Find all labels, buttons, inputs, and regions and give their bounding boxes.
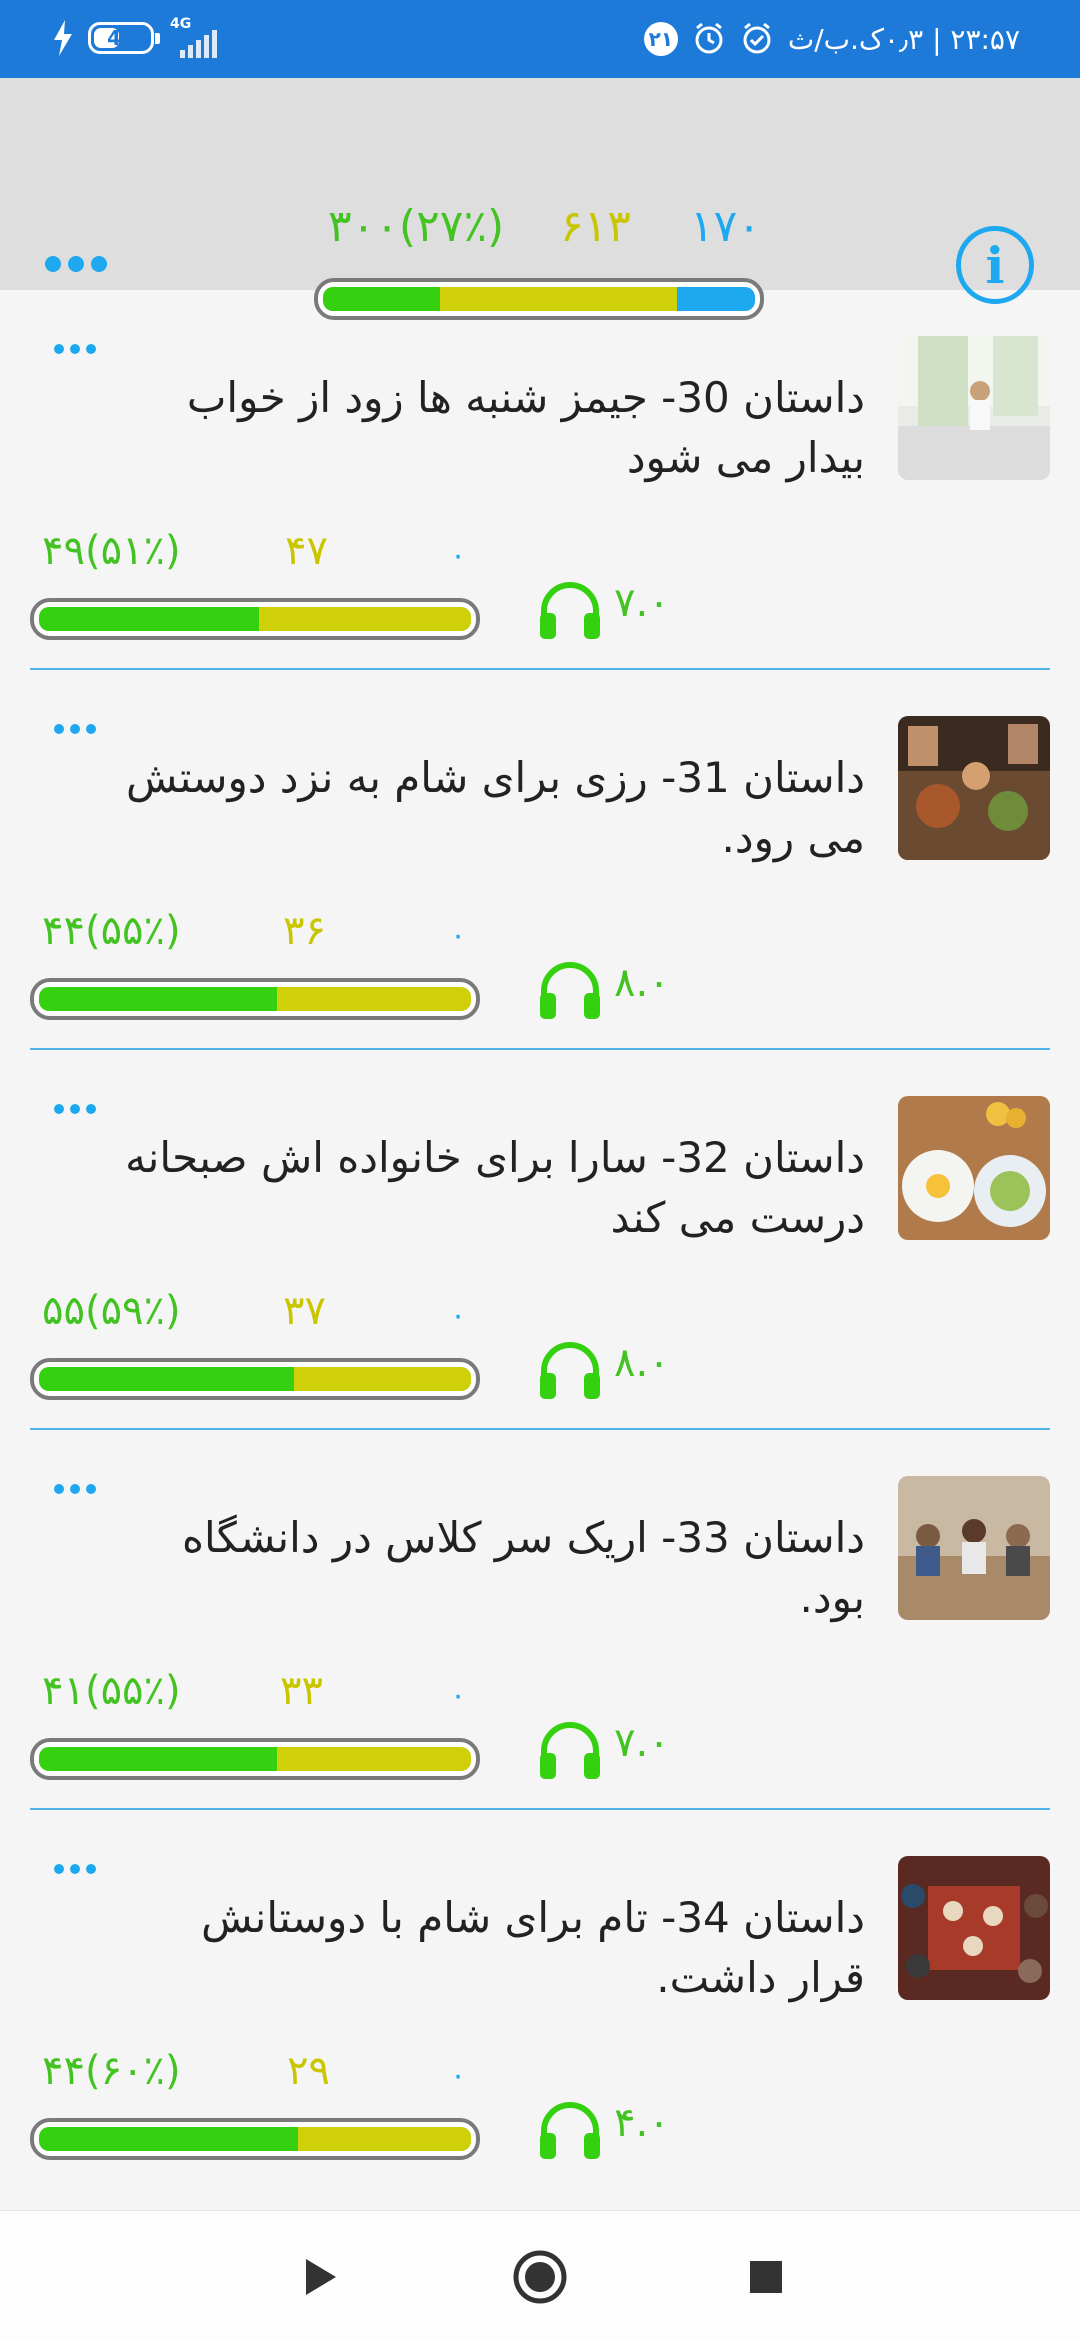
notification-badge: ۲۱: [643, 22, 678, 56]
story-title: داستان 32- سارا برای خانواده اش صبحانه د…: [125, 1133, 865, 1242]
story-progress-yellow: [298, 2127, 471, 2151]
story-progress-bar: [30, 598, 480, 640]
story-thumbnail: [898, 1856, 1050, 2000]
item-more-icon[interactable]: [54, 1484, 96, 1494]
alarm-check-icon: [743, 22, 771, 54]
story-thumbnail: [898, 1096, 1050, 1240]
summary-header: ۳۰۰(۲۷٪) ۶۱۳ ۱۷۰ i: [0, 78, 1080, 320]
story-list: داستان 30- جیمز شنبه ها زود از خواب بیدا…: [0, 290, 1080, 2190]
story-progress-green: [39, 2127, 299, 2151]
time-date: ۲۳:۵۷ | ۰٫۳ک.ب/ث: [787, 22, 1020, 56]
count-green: ۴۴(۶۰٪): [42, 2048, 181, 2094]
item-more-icon[interactable]: [54, 344, 96, 354]
story-progress-bar: [30, 1738, 480, 1780]
count-yellow: ۲۹: [287, 2048, 330, 2094]
list-item[interactable]: داستان 32- سارا برای خانواده اش صبحانه د…: [0, 1050, 1080, 1430]
headphones-icon[interactable]: [536, 1337, 604, 1401]
headphones-icon[interactable]: [536, 957, 604, 1021]
summary-count-green: ۳۰۰(۲۷٪): [328, 201, 505, 252]
story-thumbnail: [898, 1476, 1050, 1620]
story-title: داستان 30- جیمز شنبه ها زود از خواب بیدا…: [186, 373, 865, 482]
item-more-icon[interactable]: [54, 1104, 96, 1114]
count-yellow: ۳۳: [280, 1668, 323, 1714]
story-progress-yellow: [293, 1367, 471, 1391]
stop-icon[interactable]: [736, 2247, 796, 2307]
bottom-navigation: [0, 2210, 1080, 2340]
count-green: ۵۵(۵۹٪): [42, 1288, 181, 1334]
story-progress-green: [39, 987, 277, 1011]
story-duration: ۴.۰: [614, 2100, 670, 2146]
status-bar: 41 4G ۲۱ ۲۳:۵۷ | ۰٫۳ک.ب/ث: [0, 0, 1080, 78]
count-blue: ۰: [450, 538, 467, 573]
story-thumbnail: [898, 716, 1050, 860]
story-title: داستان 33- اریک سر کلاس در دانشگاه بود.: [181, 1513, 865, 1622]
count-green: ۴۱(۵۵٪): [42, 1668, 181, 1714]
count-yellow: ۳۶: [283, 908, 326, 954]
story-progress-yellow: [276, 987, 471, 1011]
story-duration: ۸.۰: [614, 960, 670, 1006]
headphones-icon[interactable]: [536, 1717, 604, 1781]
story-progress-green: [39, 607, 260, 631]
status-right: ۲۱ ۲۳:۵۷ | ۰٫۳ک.ب/ث: [643, 22, 1020, 56]
story-progress-bar: [30, 2118, 480, 2160]
summary-counts: ۳۰۰(۲۷٪) ۶۱۳ ۱۷۰: [320, 201, 761, 263]
battery-text: 41: [107, 26, 135, 50]
story-progress-yellow: [276, 1747, 471, 1771]
story-progress-bar: [30, 978, 480, 1020]
story-thumbnail: [898, 336, 1050, 480]
story-progress-bar: [30, 1358, 480, 1400]
signal-icon: 4G: [168, 16, 228, 58]
story-duration: ۷.۰: [614, 580, 670, 626]
count-yellow: ۴۷: [285, 528, 328, 574]
charging-icon: [54, 20, 72, 56]
count-blue: ۰: [450, 2058, 467, 2093]
story-title: داستان 34- تام برای شام با دوستانش قرار …: [201, 1893, 865, 2002]
battery-icon: 41: [88, 22, 160, 54]
headphones-icon[interactable]: [536, 577, 604, 641]
item-more-icon[interactable]: [54, 724, 96, 734]
summary-count-yellow: ۶۱۳: [560, 201, 631, 252]
headphones-icon[interactable]: [536, 2097, 604, 2161]
count-yellow: ۳۷: [283, 1288, 326, 1334]
list-item[interactable]: داستان 34- تام برای شام با دوستانش قرار …: [0, 1810, 1080, 2190]
list-item[interactable]: داستان 31- رزی برای شام به نزد دوستش می …: [0, 670, 1080, 1050]
count-blue: ۰: [450, 918, 467, 953]
count-green: ۴۹(۵۱٪): [42, 528, 181, 574]
story-progress-green: [39, 1367, 294, 1391]
play-icon[interactable]: [290, 2247, 350, 2307]
count-blue: ۰: [450, 1678, 467, 1713]
more-horizontal-icon[interactable]: [45, 242, 125, 286]
story-progress-yellow: [259, 607, 471, 631]
item-more-icon[interactable]: [54, 1864, 96, 1874]
list-item[interactable]: داستان 33- اریک سر کلاس در دانشگاه بود. …: [0, 1430, 1080, 1810]
count-blue: ۰: [450, 1298, 467, 1333]
story-title: داستان 31- رزی برای شام به نزد دوستش می …: [126, 753, 865, 862]
story-duration: ۸.۰: [614, 1340, 670, 1386]
story-duration: ۷.۰: [614, 1720, 670, 1766]
story-progress-green: [39, 1747, 277, 1771]
alarm-icon: [695, 22, 723, 54]
status-left: 41 4G: [52, 16, 228, 58]
record-icon[interactable]: [510, 2247, 570, 2307]
list-item[interactable]: داستان 30- جیمز شنبه ها زود از خواب بیدا…: [0, 290, 1080, 670]
count-green: ۴۴(۵۵٪): [42, 908, 181, 954]
summary-count-blue: ۱۷۰: [690, 201, 761, 252]
